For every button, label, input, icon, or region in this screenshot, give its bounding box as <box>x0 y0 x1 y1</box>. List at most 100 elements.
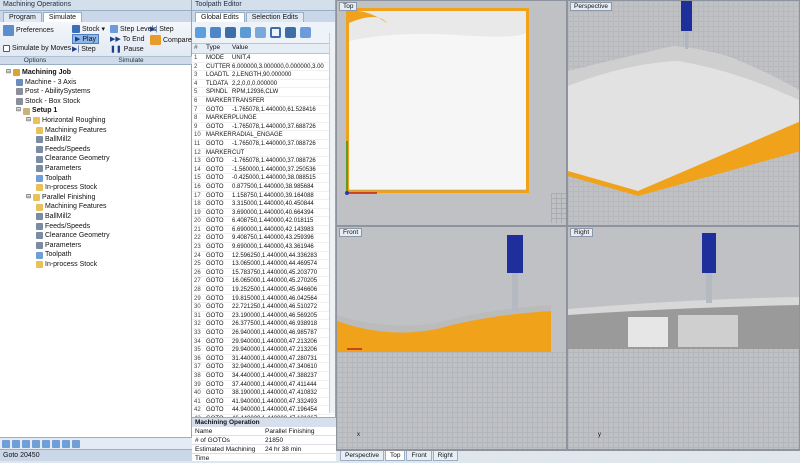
tool-icon[interactable] <box>2 440 10 448</box>
table-row[interactable]: 2 CUTTER 6.000000,3.000000,0.000000,3.00 <box>192 63 335 72</box>
table-row[interactable]: 39 GOTO 37.440000,1.440000,47.411444 <box>192 381 335 390</box>
tree-item[interactable]: Machining Features <box>2 202 191 212</box>
property-row[interactable]: # of GOTOs 21850 <box>192 436 336 445</box>
tool-icon[interactable] <box>12 440 20 448</box>
tool-icon[interactable] <box>72 440 80 448</box>
table-row[interactable]: 40 GOTO 38.190000,1.440000,47.410832 <box>192 389 335 398</box>
table-row[interactable]: 5 SPINDL RPM,12936,CLW <box>192 88 335 97</box>
viewport-tab-perspective[interactable]: Perspective <box>340 451 384 461</box>
viewport-title-right[interactable]: Right <box>570 228 594 237</box>
viewport-tab-right[interactable]: Right <box>432 451 458 461</box>
tool-icon[interactable] <box>42 440 50 448</box>
cut-icon[interactable] <box>255 27 266 38</box>
tree-item[interactable]: Clearance Geometry <box>2 231 191 241</box>
table-row[interactable]: 42 GOTO 44.940000,1.440000,47.196454 <box>192 406 335 415</box>
table-row[interactable]: 3 LOADTL 2,LENGTH,90.000000 <box>192 71 335 80</box>
table-row[interactable]: 29 GOTO 19.815000,1.440000,46.042564 <box>192 295 335 304</box>
redo-icon[interactable] <box>300 27 311 38</box>
table-row[interactable]: 17 GOTO 1.158750,1.440000,39.164088 <box>192 192 335 201</box>
tool-icon[interactable] <box>32 440 40 448</box>
tree-item[interactable]: ⊟ Setup 1 <box>2 106 191 116</box>
table-row[interactable]: 23 GOTO 9.690000,1.440000,43.361946 <box>192 243 335 252</box>
table-row[interactable]: 14 GOTO -1.560000,1.440000,37.250536 <box>192 166 335 175</box>
stock-button[interactable]: Stock ▾ <box>72 25 105 33</box>
tree-item[interactable]: Toolpath <box>2 250 191 260</box>
table-row[interactable]: 20 GOTO 6.408750,1.440000,42.018115 <box>192 217 335 226</box>
table-row[interactable]: 15 GOTO -0.425000,1.440000,38.088515 <box>192 174 335 183</box>
table-row[interactable]: 19 GOTO 3.690000,1.440000,40.664394 <box>192 209 335 218</box>
table-row[interactable]: 31 GOTO 23.190000,1.440000,46.569205 <box>192 312 335 321</box>
transform-icon[interactable] <box>195 27 206 38</box>
tree-item[interactable]: Post - AbilitySystems <box>2 87 191 97</box>
property-row[interactable]: Estimated Machining Time 24 hr 38 min <box>192 445 336 462</box>
table-row[interactable]: 6 MARKER TRANSFER <box>192 97 335 106</box>
table-row[interactable]: 22 GOTO 9.408750,1.440000,43.259396 <box>192 234 335 244</box>
compare-button[interactable]: Compare <box>150 35 192 45</box>
simulate-by-moves-checkbox[interactable]: Simulate by Moves <box>3 45 71 52</box>
table-row[interactable]: 21 GOTO 6.690000,1.440000,42.143983 <box>192 226 335 235</box>
edit-icon[interactable] <box>240 27 251 38</box>
table-row[interactable]: 8 MARKER PLUNGE <box>192 114 335 123</box>
tab-global-edits[interactable]: Global Edits <box>195 12 245 22</box>
table-row[interactable]: 37 GOTO 32.940000,1.440000,47.340610 <box>192 363 335 372</box>
viewport-front[interactable]: Front x <box>336 226 567 450</box>
tree-item[interactable]: In-process Stock <box>2 260 191 270</box>
tree-item[interactable]: Feeds/Speeds <box>2 145 191 155</box>
tool-icon[interactable] <box>62 440 70 448</box>
table-row[interactable]: 32 GOTO 26.377500,1.440000,46.938918 <box>192 320 335 329</box>
viewport-top[interactable]: Top <box>336 0 567 226</box>
tool-icon[interactable] <box>52 440 60 448</box>
table-row[interactable]: 26 GOTO 15.783750,1.440000,45.203770 <box>192 269 335 278</box>
tree-item[interactable]: Machining Features <box>2 126 191 136</box>
tree-item[interactable]: In-process Stock <box>2 183 191 193</box>
play-button[interactable]: ▶ Play <box>72 34 100 44</box>
table-row[interactable]: 12 MARKER CUT <box>192 149 335 158</box>
expand-toggle-icon[interactable]: ⊟ <box>26 116 31 126</box>
table-row[interactable]: 30 GOTO 22.721250,1.440000,46.510272 <box>192 303 335 312</box>
table-row[interactable]: 33 GOTO 26.940000,1.440000,46.985787 <box>192 329 335 338</box>
table-row[interactable]: 10 MARKER RADIAL_ENGAGE <box>192 131 335 140</box>
tree-item[interactable]: Parameters <box>2 241 191 251</box>
tab-program[interactable]: Program <box>3 12 42 22</box>
table-row[interactable]: 38 GOTO 34.440000,1.440000,47.388237 <box>192 372 335 381</box>
table-row[interactable]: 24 GOTO 12.596250,1.440000,44.336283 <box>192 252 335 261</box>
tree-item[interactable]: Feeds/Speeds <box>2 222 191 232</box>
table-row[interactable]: 34 GOTO 29.940000,1.440000,47.213206 <box>192 338 335 347</box>
grid-icon[interactable] <box>225 27 236 38</box>
table-row[interactable]: 27 GOTO 16.065000,1.440000,45.270205 <box>192 277 335 287</box>
step-button-bottom[interactable]: ▶| Step <box>72 45 96 54</box>
tab-simulate[interactable]: Simulate <box>42 12 83 22</box>
tree-item[interactable]: BallMill2 <box>2 135 191 145</box>
tab-selection-edits[interactable]: Selection Edits <box>245 12 305 22</box>
viewport-perspective[interactable]: Perspective <box>567 0 800 226</box>
viewport-right[interactable]: Right y <box>567 226 800 450</box>
arrange-icon[interactable] <box>210 27 221 38</box>
table-row[interactable]: 1 MODE UNIT,4 <box>192 54 335 63</box>
tree-item[interactable]: BallMill2 <box>2 212 191 222</box>
table-row[interactable]: 35 GOTO 29.940000,1.440000,47.213206 <box>192 346 335 355</box>
table-row[interactable]: 41 GOTO 41.940000,1.440000,47.332493 <box>192 398 335 407</box>
table-row[interactable]: 11 GOTO -1.765078,1.440000,37.088726 <box>192 140 335 149</box>
table-row[interactable]: 25 GOTO 13.065000,1.440000,44.469574 <box>192 260 335 269</box>
tool-icon[interactable] <box>22 440 30 448</box>
tree-item[interactable]: Parameters <box>2 164 191 174</box>
to-end-button[interactable]: ▶▶ To End <box>110 35 145 44</box>
table-row[interactable]: 18 GOTO 3.315000,1.440000,40.450844 <box>192 200 335 209</box>
tree-item[interactable]: Toolpath <box>2 174 191 184</box>
viewport-tab-top[interactable]: Top <box>384 451 406 461</box>
table-row[interactable]: 7 GOTO -1.765078,1.440000,61.528416 <box>192 106 335 115</box>
undo-icon[interactable] <box>285 27 296 38</box>
viewport-title-top[interactable]: Top <box>339 2 358 11</box>
table-row[interactable]: 28 GOTO 19.252500,1.440000,45.946606 <box>192 286 335 295</box>
table-row[interactable]: 13 GOTO -1.765078,1.440000,37.088726 <box>192 157 335 166</box>
preferences-button[interactable]: Preferences <box>3 25 54 36</box>
viewport-title-perspective[interactable]: Perspective <box>570 2 612 11</box>
tree-item[interactable]: Stock - Box Stock <box>2 97 191 107</box>
pause-button[interactable]: ❚❚ Pause <box>110 45 144 54</box>
expand-toggle-icon[interactable]: ⊟ <box>16 106 21 116</box>
circle-icon[interactable] <box>270 27 281 38</box>
tree-item[interactable]: ⊟ Parallel Finishing <box>2 193 191 203</box>
table-row[interactable]: 9 GOTO -1.765078,1.440000,37.688726 <box>192 123 335 132</box>
table-row[interactable]: 4 TLDATA 2,2,0,0,0.000000 <box>192 80 335 89</box>
expand-toggle-icon[interactable]: ⊟ <box>26 193 31 203</box>
